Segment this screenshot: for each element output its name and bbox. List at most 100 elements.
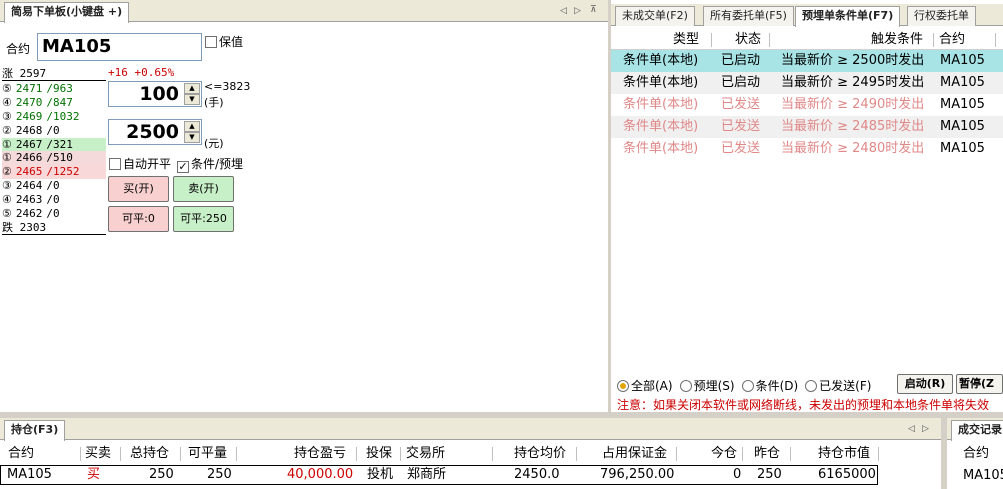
limit-down-row: 跌 2303: [2, 221, 106, 235]
bid_levels-volume: /0: [46, 207, 60, 220]
filter-radio-label: 预埋(S): [693, 379, 735, 393]
filter-radio-1[interactable]: 预埋(S): [679, 379, 735, 393]
filter-radio-circle: [617, 380, 629, 392]
buy-closable-button[interactable]: 可平:0: [108, 206, 169, 232]
price-down-icon[interactable]: ▼: [184, 132, 200, 143]
tab-orders-3[interactable]: 行权委托单: [907, 6, 976, 26]
qty-down-icon[interactable]: ▼: [184, 94, 200, 105]
nav-prev-icon[interactable]: ◁: [560, 6, 567, 16]
ask_levels-row[interactable]: ② 2468/0: [2, 124, 106, 138]
bid_levels-row[interactable]: ④ 2463/0: [2, 193, 106, 207]
qty-up-icon[interactable]: ▲: [184, 83, 200, 94]
order-row[interactable]: 条件单(本地) 已启动 当最新价 ≥ 2500时发出 MA105: [611, 50, 1003, 72]
positions-col-header[interactable]: 交易所: [406, 444, 445, 464]
orders-col-header[interactable]: 触发条件: [871, 30, 923, 50]
limit-up-label: 涨: [2, 67, 13, 80]
positions-col-header[interactable]: 投保: [366, 444, 392, 464]
max-qty-label: <=3823: [204, 80, 251, 93]
tab-positions[interactable]: 持仓(F3): [4, 420, 66, 441]
order-contract: MA105: [940, 119, 985, 134]
positions-col-header[interactable]: 持仓均价: [514, 444, 566, 464]
sell-closable-button[interactable]: 可平:250: [173, 206, 234, 232]
filter-bar: 全部(A) 预埋(S) 条件(D) 已发送(F): [617, 377, 878, 394]
contract-input[interactable]: MA105: [37, 33, 202, 61]
qty-unit-label: (手): [204, 96, 224, 109]
order-contract: MA105: [940, 97, 985, 112]
quantity-stepper[interactable]: 100 ▲ ▼: [108, 81, 202, 107]
positions-col-divider: [742, 447, 743, 461]
order-type: 条件单(本地): [623, 75, 699, 90]
orders-col-divider: [769, 33, 770, 47]
buy-open-button[interactable]: 买(开): [108, 176, 169, 202]
positions-col-header[interactable]: 今仓: [711, 444, 737, 464]
positions-col-divider: [492, 447, 493, 461]
bid_levels-row[interactable]: ② 2465/1252: [2, 165, 106, 179]
order-row[interactable]: 条件单(本地) 已发送 当最新价 ≥ 2485时发出 MA105: [611, 116, 1003, 138]
auto-open-close-checkbox[interactable]: 自动开平: [109, 155, 171, 172]
positions-prev-icon[interactable]: ◁: [908, 424, 915, 434]
position-cell: 投机: [367, 467, 394, 482]
bid_levels-row[interactable]: ③ 2464/0: [2, 179, 106, 193]
order-row[interactable]: 条件单(本地) 已发送 当最新价 ≥ 2490时发出 MA105: [611, 94, 1003, 116]
position-cell: 250: [207, 467, 232, 482]
orders-col-header[interactable]: 类型: [673, 30, 699, 50]
bid_levels-row[interactable]: ① 2466/510: [2, 151, 106, 165]
price-value: 2500: [126, 121, 179, 143]
ask_levels-row[interactable]: ③ 2469/1032: [2, 110, 106, 124]
positions-col-header[interactable]: 合约: [8, 444, 34, 464]
limit-down-price: 2303: [19, 221, 47, 234]
limit-up-price: 2597: [19, 67, 47, 80]
positions-col-header[interactable]: 持仓盈亏: [294, 444, 346, 464]
conditional-label: 条件/预埋: [191, 157, 244, 171]
conditional-checkbox[interactable]: ✓ 条件/预埋: [177, 155, 243, 173]
price-stepper[interactable]: 2500 ▲ ▼: [108, 119, 202, 145]
order-row[interactable]: 条件单(本地) 已发送 当最新价 ≥ 2480时发出 MA105: [611, 138, 1003, 160]
order-status: 已启动: [721, 53, 761, 68]
ask_levels-row[interactable]: ④ 2470/847: [2, 96, 106, 110]
order-type: 条件单(本地): [623, 119, 699, 134]
tab-orders-2[interactable]: 预埋单条件单(F7): [795, 6, 901, 27]
positions-col-header[interactable]: 占用保证金: [602, 444, 667, 464]
positions-col-header[interactable]: 买卖: [85, 444, 111, 464]
position-cell: 买: [87, 467, 101, 482]
filter-radio-2[interactable]: 条件(D): [741, 379, 799, 393]
pause-button[interactable]: 暂停(Z: [956, 374, 1003, 394]
auto-open-close-box: [109, 158, 121, 170]
ask_levels-level: ④: [2, 96, 12, 109]
nav-next-icon[interactable]: ▷: [574, 6, 581, 16]
tab-trades[interactable]: 成交记录: [951, 420, 1003, 441]
position-cell: 6165000: [818, 467, 876, 482]
positions-col-header[interactable]: 昨仓: [754, 444, 780, 464]
tab-orders-0[interactable]: 未成交单(F2): [615, 6, 695, 26]
filter-radio-label: 条件(D): [755, 379, 799, 393]
position-cell: 40,000.00: [287, 467, 354, 482]
ask_levels-level: ②: [2, 124, 12, 137]
positions-col-header[interactable]: 总持仓: [130, 444, 169, 464]
ask_levels-level: ③: [2, 110, 12, 123]
price-up-icon[interactable]: ▲: [184, 121, 200, 132]
order-trigger: 当最新价 ≥ 2490时发出: [781, 97, 925, 112]
ask_levels-volume: /321: [46, 138, 73, 151]
positions-row[interactable]: MA105 买 250 250 40,000.00 投机 郑商所 2450.0 796,250.…: [0, 465, 878, 485]
bid_levels-row[interactable]: ⑤ 2462/0: [2, 207, 106, 221]
orders-col-header[interactable]: 状态: [735, 30, 761, 50]
order-status: 已发送: [721, 141, 761, 156]
positions-next-icon[interactable]: ▷: [922, 424, 929, 434]
tab-orders-1[interactable]: 所有委托单(F5): [703, 6, 794, 26]
order-trigger: 当最新价 ≥ 2480时发出: [781, 141, 925, 156]
positions-col-header[interactable]: 可平量: [188, 444, 227, 464]
filter-radio-3[interactable]: 已发送(F): [805, 379, 871, 393]
sell-open-button[interactable]: 卖(开): [173, 176, 234, 202]
orders-col-header[interactable]: 合约: [939, 30, 965, 50]
tab-simple-order-board[interactable]: 简易下单板(小键盘 +): [4, 2, 130, 23]
collapse-icon[interactable]: ⊼: [590, 5, 597, 15]
start-button[interactable]: 启动(R): [897, 374, 953, 394]
order-row[interactable]: 条件单(本地) 已启动 当最新价 ≥ 2495时发出 MA105: [611, 72, 1003, 94]
position-cell: 250: [757, 467, 782, 482]
keep-value-checkbox[interactable]: 保值: [205, 33, 243, 50]
filter-radio-0[interactable]: 全部(A): [617, 379, 673, 393]
ask_levels-row[interactable]: ① 2467/321: [2, 138, 106, 152]
positions-col-header[interactable]: 持仓市值: [818, 444, 870, 464]
positions-col-divider: [80, 447, 81, 461]
ask_levels-row[interactable]: ⑤ 2471/963: [2, 82, 106, 96]
